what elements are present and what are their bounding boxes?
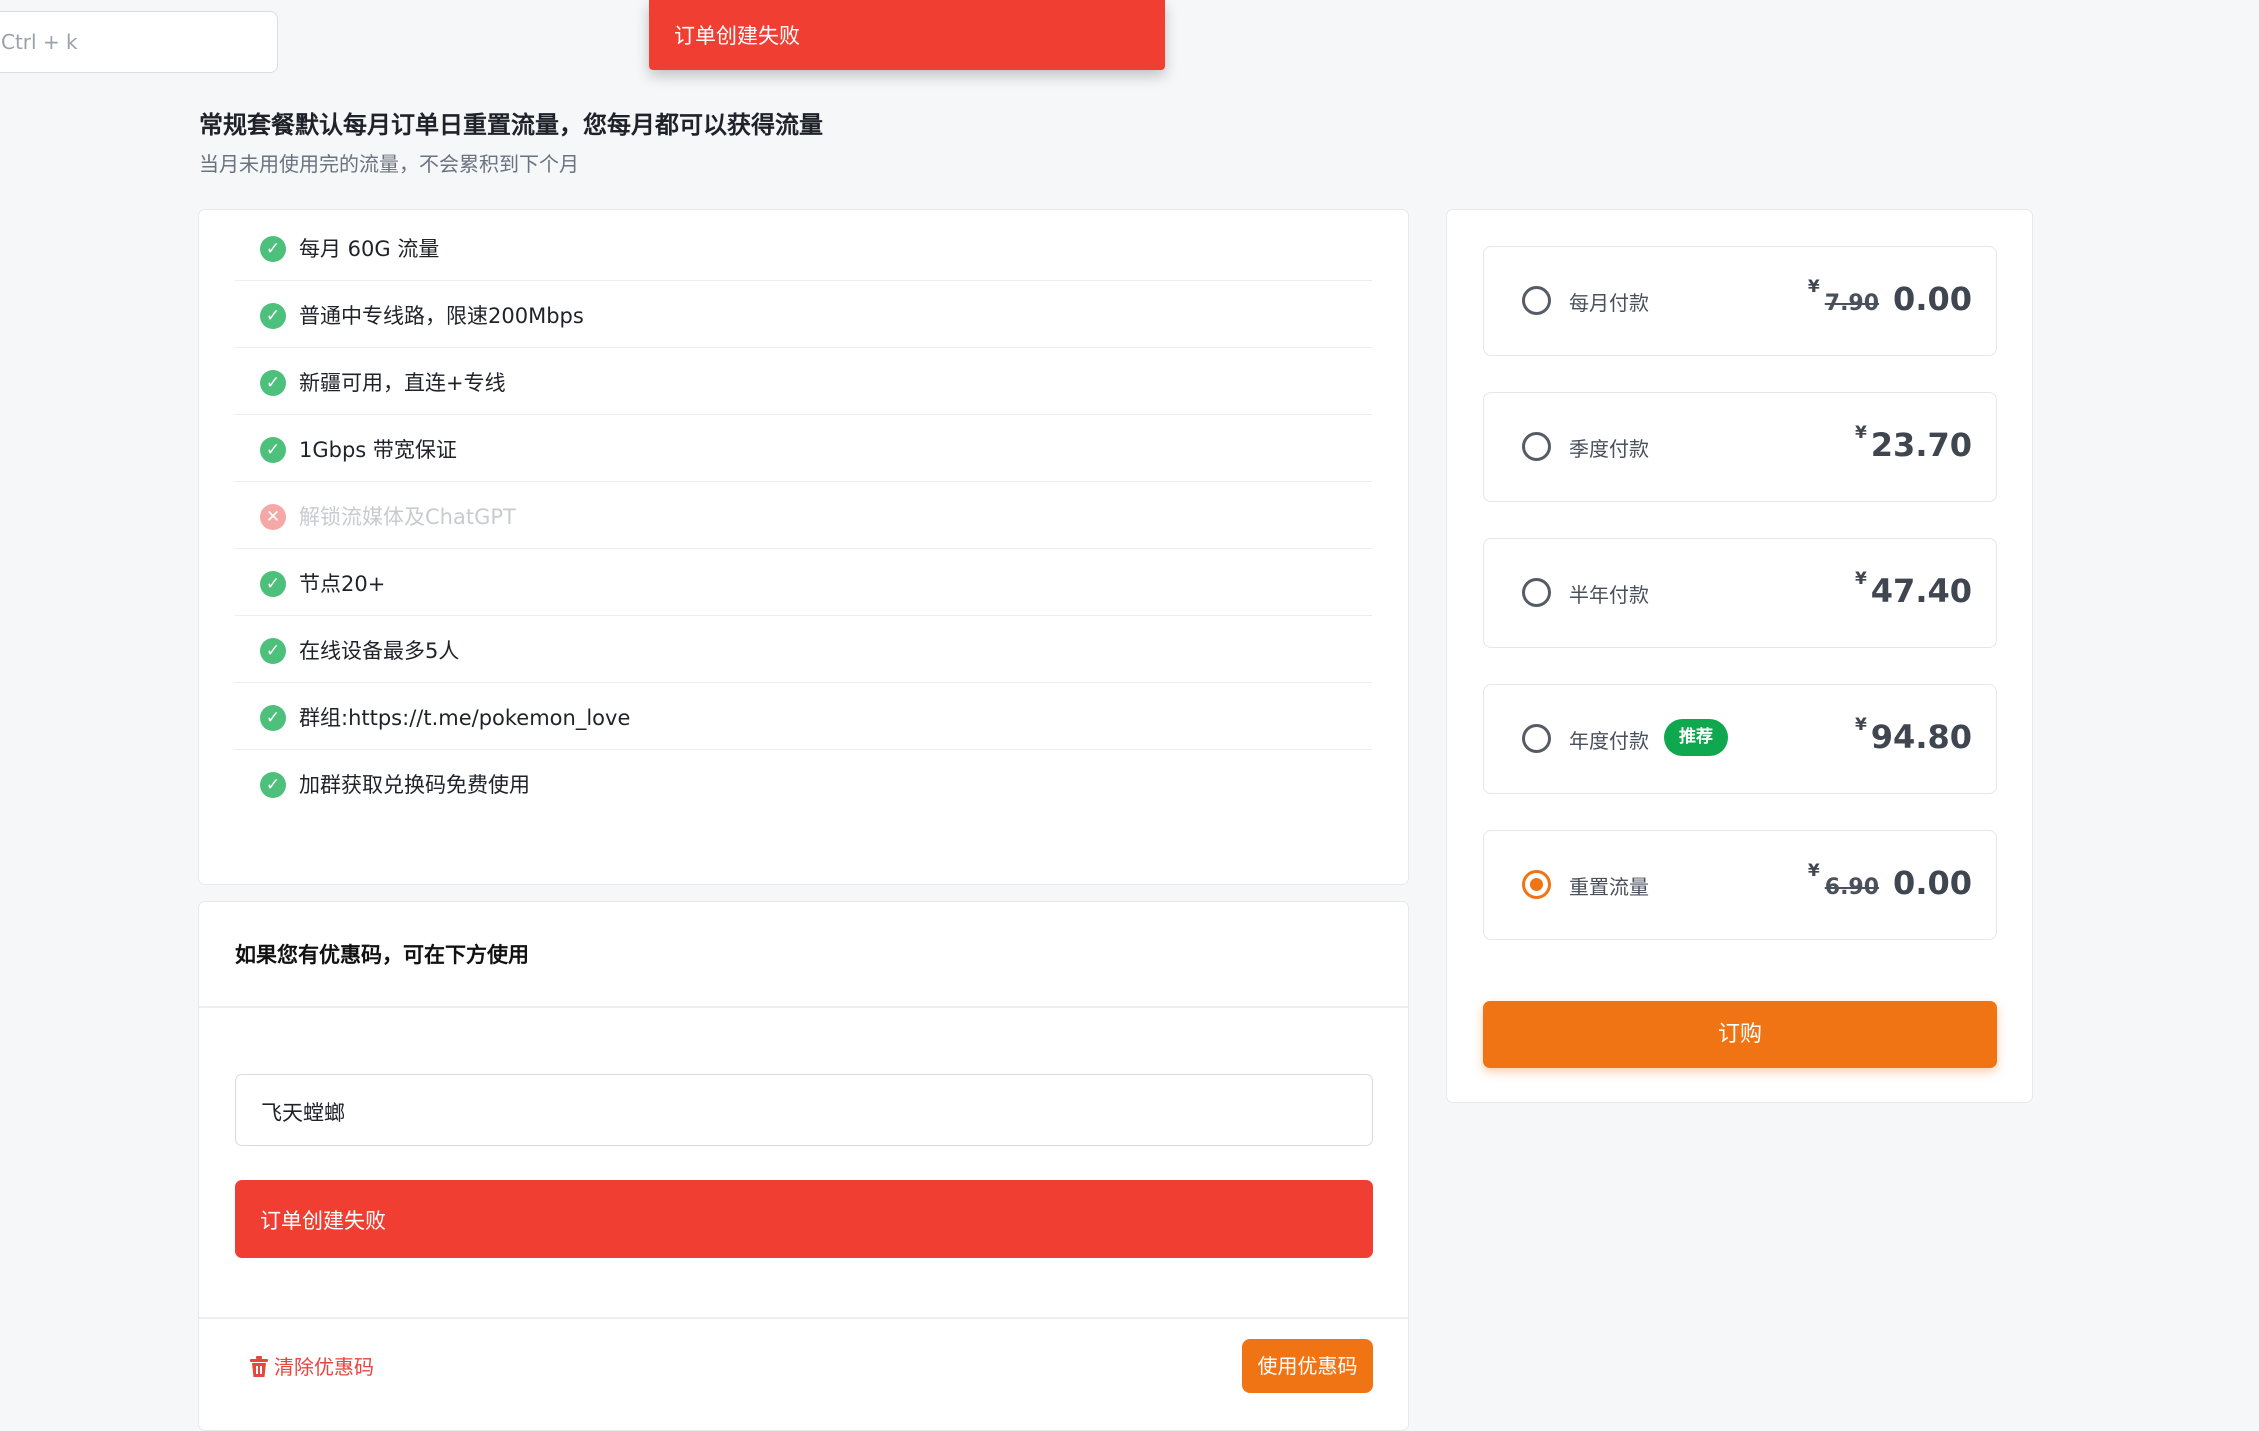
clear-coupon-label: 清除优惠码: [274, 1355, 374, 1379]
coupon-input-value: 飞天螳螂: [261, 1101, 345, 1125]
plan-heading: 常规套餐默认每月订单日重置流量，您每月都可以获得流量 当月未用使用完的流量，不会…: [199, 105, 823, 177]
feature-item: ✓ 1Gbps 带宽保证: [234, 415, 1372, 482]
feature-text: 新疆可用，直连+专线: [299, 371, 506, 395]
trash-icon: [250, 1356, 268, 1377]
feature-item: ✓ 加群获取兑换码免费使用: [234, 750, 1372, 817]
feature-text: 群组:https://t.me/pokemon_love: [299, 706, 631, 730]
plan-label: 重置流量: [1569, 875, 1649, 899]
toast-message: 订单创建失败: [674, 24, 800, 48]
plan-price: ¥6.90 0.00: [1808, 861, 1972, 911]
feature-item: ✓ 普通中专线路，限速200Mbps: [234, 281, 1372, 348]
check-icon: ✓: [260, 772, 286, 798]
feature-text: 加群获取兑换码免费使用: [299, 773, 530, 797]
check-icon: ✓: [260, 437, 286, 463]
search-input[interactable]: Ctrl + k: [0, 11, 278, 73]
feature-item: ✓ 每月 60G 流量: [234, 214, 1372, 281]
currency-symbol: ¥: [1854, 569, 1867, 589]
plan-price: ¥47.40: [1855, 569, 1972, 619]
currency-symbol: ¥: [1854, 715, 1867, 735]
check-icon: ✓: [260, 705, 286, 731]
order-button[interactable]: 订购: [1483, 1001, 1997, 1068]
feature-item: ✕ 解锁流媒体及ChatGPT: [234, 482, 1372, 549]
recommended-badge: 推荐: [1664, 719, 1728, 756]
feature-text: 节点20+: [299, 572, 386, 596]
plan-option[interactable]: 重置流量 ¥6.90 0.00: [1483, 830, 1997, 940]
page-subtitle: 当月未用使用完的流量，不会累积到下个月: [199, 152, 579, 176]
features-card: ✓ 每月 60G 流量 ✓ 普通中专线路，限速200Mbps ✓ 新疆可用，直连+专线 ✓ 1…: [198, 209, 1409, 885]
cross-icon: ✕: [260, 504, 286, 530]
current-price: 0.00: [1893, 280, 1972, 318]
plan-option[interactable]: 季度付款 ¥23.70: [1483, 392, 1997, 502]
coupon-title: 如果您有优惠码，可在下方使用: [235, 943, 529, 967]
feature-text: 普通中专线路，限速200Mbps: [299, 304, 584, 328]
feature-item: ✓ 群组:https://t.me/pokemon_love: [234, 683, 1372, 750]
plan-radio[interactable]: [1522, 432, 1551, 461]
feature-item: ✓ 在线设备最多5人: [234, 616, 1372, 683]
coupon-card: 如果您有优惠码，可在下方使用 飞天螳螂 订单创建失败 清除优惠码 使用优惠码: [198, 901, 1409, 1431]
plan-price: ¥23.70: [1855, 423, 1972, 473]
check-icon: ✓: [260, 638, 286, 664]
plan-label: 每月付款: [1569, 291, 1649, 315]
plan-label: 季度付款: [1569, 437, 1649, 461]
plan-radio[interactable]: [1522, 724, 1551, 753]
check-icon: ✓: [260, 303, 286, 329]
divider: [199, 1317, 1408, 1319]
feature-item: ✓ 新疆可用，直连+专线: [234, 348, 1372, 415]
original-price: 7.90: [1824, 291, 1880, 316]
coupon-error-message: 订单创建失败: [260, 1209, 386, 1233]
original-price: 6.90: [1824, 875, 1880, 900]
error-toast: 订单创建失败: [649, 0, 1165, 70]
check-icon: ✓: [260, 236, 286, 262]
plan-label: 半年付款: [1569, 583, 1649, 607]
current-price: 47.40: [1870, 572, 1972, 610]
current-price: 94.80: [1870, 718, 1972, 756]
plan-option[interactable]: 半年付款 ¥47.40: [1483, 538, 1997, 648]
check-icon: ✓: [260, 571, 286, 597]
feature-text: 在线设备最多5人: [299, 639, 460, 663]
plan-price: ¥7.90 0.00: [1808, 277, 1972, 327]
plan-radio[interactable]: [1522, 578, 1551, 607]
feature-text: 每月 60G 流量: [299, 237, 440, 261]
plan-radio[interactable]: [1522, 286, 1551, 315]
plan-label: 年度付款: [1569, 729, 1649, 753]
billing-plans-card: 每月付款 ¥7.90 0.00 季度付款 ¥23.70 半年付款 ¥47.40 年度付款 推荐 ¥…: [1446, 209, 2033, 1103]
current-price: 23.70: [1870, 426, 1972, 464]
feature-text: 1Gbps 带宽保证: [299, 438, 457, 462]
plan-option[interactable]: 年度付款 推荐 ¥94.80: [1483, 684, 1997, 794]
coupon-input[interactable]: 飞天螳螂: [235, 1074, 1373, 1146]
use-coupon-button[interactable]: 使用优惠码: [1242, 1339, 1373, 1393]
search-shortcut-hint: Ctrl + k: [1, 30, 78, 54]
clear-coupon-button[interactable]: 清除优惠码: [249, 1351, 374, 1380]
feature-item: ✓ 节点20+: [234, 549, 1372, 616]
divider: [199, 1006, 1408, 1008]
currency-symbol: ¥: [1807, 277, 1820, 297]
plan-radio[interactable]: [1522, 870, 1551, 899]
currency-symbol: ¥: [1807, 861, 1820, 881]
current-price: 0.00: [1893, 864, 1972, 902]
plan-price: ¥94.80: [1855, 715, 1972, 765]
plan-option[interactable]: 每月付款 ¥7.90 0.00: [1483, 246, 1997, 356]
page-title: 常规套餐默认每月订单日重置流量，您每月都可以获得流量: [199, 111, 823, 139]
currency-symbol: ¥: [1854, 423, 1867, 443]
check-icon: ✓: [260, 370, 286, 396]
coupon-error-alert: 订单创建失败: [235, 1180, 1373, 1258]
feature-text: 解锁流媒体及ChatGPT: [299, 505, 516, 529]
